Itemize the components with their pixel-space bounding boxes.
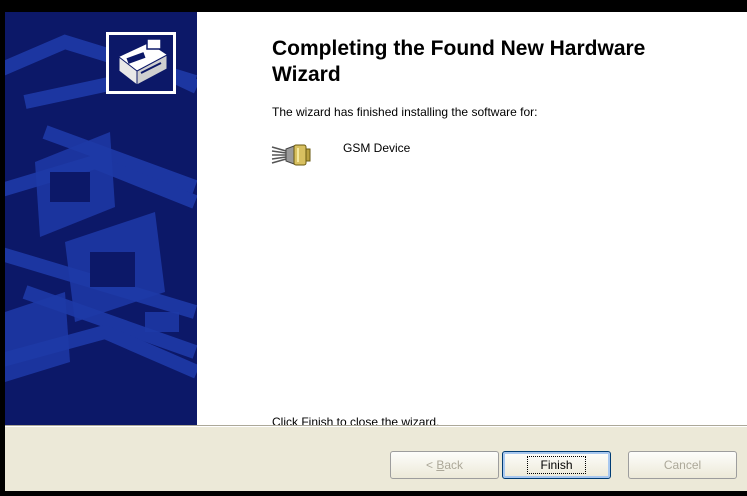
back-label-rest: ack bbox=[444, 458, 464, 472]
back-button[interactable]: < Back bbox=[390, 451, 499, 479]
page-title: Completing the Found New Hardware Wizard bbox=[272, 37, 646, 86]
hardware-wizard-icon bbox=[106, 32, 176, 94]
wizard-banner bbox=[5, 12, 197, 425]
finish-button[interactable]: Finish bbox=[502, 451, 611, 479]
finish-label: Finish bbox=[527, 456, 586, 474]
wizard-window: Completing the Found New Hardware Wizard… bbox=[5, 12, 747, 491]
window-frame: Completing the Found New Hardware Wizard… bbox=[0, 0, 747, 496]
cancel-label: Cancel bbox=[663, 458, 702, 472]
wizard-subtitle: The wizard has finished installing the s… bbox=[272, 105, 538, 119]
cancel-button[interactable]: Cancel bbox=[628, 451, 737, 479]
device-name: GSM Device bbox=[343, 141, 411, 155]
button-bar: < Back Finish Cancel bbox=[5, 427, 747, 491]
back-arrow: < bbox=[425, 458, 433, 472]
wizard-content: Completing the Found New Hardware Wizard… bbox=[197, 12, 747, 429]
serial-port-connector-icon bbox=[270, 139, 312, 169]
